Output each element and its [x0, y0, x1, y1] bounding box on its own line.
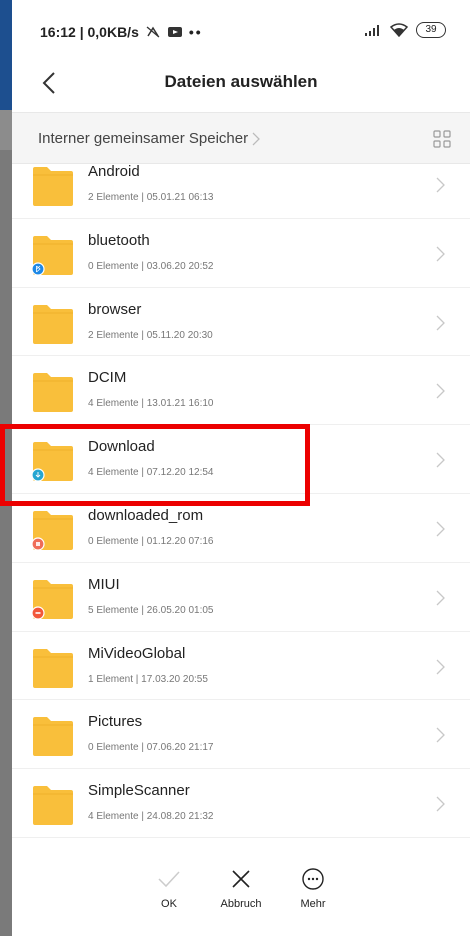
folder-row-bluetooth[interactable]: bluetooth 0 Elemente | 03.06.20 20:52	[12, 219, 470, 288]
signal-icon	[365, 25, 379, 36]
folder-icon	[32, 579, 73, 619]
folder-name: MIUI	[88, 575, 120, 593]
folder-name: downloaded_rom	[88, 506, 204, 524]
more-button[interactable]: Mehr	[278, 866, 348, 910]
download-badge-icon	[32, 468, 45, 482]
folder-icon	[33, 648, 73, 688]
cancel-button[interactable]: Abbruch	[206, 866, 276, 910]
folder-meta: 0 Elemente | 01.12.20 07:16	[88, 535, 214, 547]
folder-row-miui[interactable]: MIUI 5 Elemente | 26.05.20 01:05	[12, 563, 470, 632]
chevron-right-icon	[436, 177, 445, 193]
rom-badge-icon	[32, 537, 45, 550]
breadcrumb[interactable]: Interner gemeinsamer Speicher	[38, 130, 261, 147]
view-toggle-grid-icon[interactable]	[432, 129, 452, 149]
bluetooth-badge-icon	[32, 262, 45, 275]
cancel-label: Abbruch	[220, 898, 262, 910]
folder-row-dcim[interactable]: DCIM 4 Elemente | 13.01.21 16:10	[12, 356, 470, 426]
page-title: Dateien auswählen	[164, 72, 318, 91]
battery-level: 39	[425, 24, 437, 35]
folder-icon	[32, 510, 73, 550]
folder-icon	[33, 786, 73, 826]
title-bar: Dateien auswählen	[12, 62, 470, 112]
chevron-right-icon	[436, 659, 445, 675]
more-notifications-icon: ••	[188, 24, 203, 40]
folder-name: MiVideoGlobal	[88, 644, 186, 662]
folder-meta: 0 Elemente | 07.06.20 21:17	[88, 742, 214, 754]
bottom-action-bar: OK Abbruch Mehr	[12, 848, 470, 936]
status-left: 16:12 | 0,0KB/s ••	[40, 24, 203, 40]
sync-off-icon	[146, 26, 160, 38]
folder-row-pictures[interactable]: Pictures 0 Elemente | 07.06.20 21:17	[12, 700, 470, 770]
chevron-right-icon	[436, 521, 445, 537]
miui-badge-icon	[32, 606, 45, 619]
folder-meta: 4 Elemente | 07.12.20 12:54	[88, 467, 214, 479]
folder-icon	[32, 235, 73, 275]
folder-meta: 4 Elemente | 13.01.21 16:10	[88, 398, 214, 410]
chevron-right-icon	[436, 796, 445, 812]
status-bar: 16:12 | 0,0KB/s •• 39	[12, 0, 470, 62]
folder-meta: 2 Elemente | 05.11.20 20:30	[88, 329, 213, 341]
folder-row-simplescanner[interactable]: SimpleScanner 4 Elemente | 24.08.20 21:3…	[12, 769, 470, 838]
folder-name: bluetooth	[88, 231, 150, 249]
battery-icon: 39	[416, 22, 446, 38]
chevron-right-icon	[436, 315, 445, 331]
folder-name: SimpleScanner	[88, 782, 190, 800]
folder-row-mivideoglobal[interactable]: MiVideoGlobal 1 Element | 17.03.20 20:55	[12, 632, 470, 701]
folder-name: browser	[88, 300, 142, 318]
check-icon	[158, 871, 180, 888]
folder-meta: 5 Elemente | 26.05.20 01:05	[88, 604, 214, 616]
folder-name: Android	[88, 163, 140, 180]
folder-meta: 1 Element | 17.03.20 20:55	[88, 673, 208, 685]
folder-icon	[33, 717, 73, 757]
status-time: 16:12 | 0,0KB/s	[40, 24, 139, 40]
folder-meta: 4 Elemente | 24.08.20 21:32	[88, 811, 214, 823]
folder-icon	[33, 304, 73, 344]
chevron-right-icon	[436, 590, 445, 606]
chevron-right-icon	[436, 727, 445, 743]
chevron-right-icon	[436, 452, 445, 468]
file-picker-sheet: 16:12 | 0,0KB/s •• 39 Dateien auswählen …	[12, 0, 470, 936]
chevron-right-icon	[436, 246, 445, 262]
folder-row-browser[interactable]: browser 2 Elemente | 05.11.20 20:30	[12, 288, 470, 357]
ok-label: OK	[161, 898, 177, 910]
ok-button[interactable]: OK	[134, 866, 204, 910]
folder-icon	[32, 442, 73, 482]
chevron-right-icon	[252, 132, 261, 145]
breadcrumb-label: Interner gemeinsamer Speicher	[38, 130, 249, 147]
folder-name: Pictures	[88, 713, 143, 731]
folder-row-download[interactable]: Download 4 Elemente | 07.12.20 12:54	[12, 425, 470, 494]
status-right: 39	[364, 22, 446, 38]
video-icon	[167, 27, 182, 37]
folder-list: Android 2 Elemente | 05.01.21 06:13 blue…	[12, 150, 470, 838]
wifi-icon	[390, 23, 408, 37]
folder-row-downloaded_rom[interactable]: downloaded_rom 0 Elemente | 01.12.20 07:…	[12, 494, 470, 563]
folder-icon	[33, 373, 73, 413]
folder-name: Download	[88, 438, 155, 456]
folder-meta: 0 Elemente | 03.06.20 20:52	[88, 260, 214, 272]
folder-name: DCIM	[88, 369, 127, 387]
chevron-right-icon	[436, 383, 445, 399]
close-icon	[232, 870, 250, 888]
more-icon	[302, 868, 324, 890]
more-label: Mehr	[300, 898, 326, 910]
folder-meta: 2 Elemente | 05.01.21 06:13	[88, 192, 214, 203]
folder-row-android[interactable]: Android 2 Elemente | 05.01.21 06:13	[12, 150, 470, 219]
folder-icon	[33, 167, 73, 206]
